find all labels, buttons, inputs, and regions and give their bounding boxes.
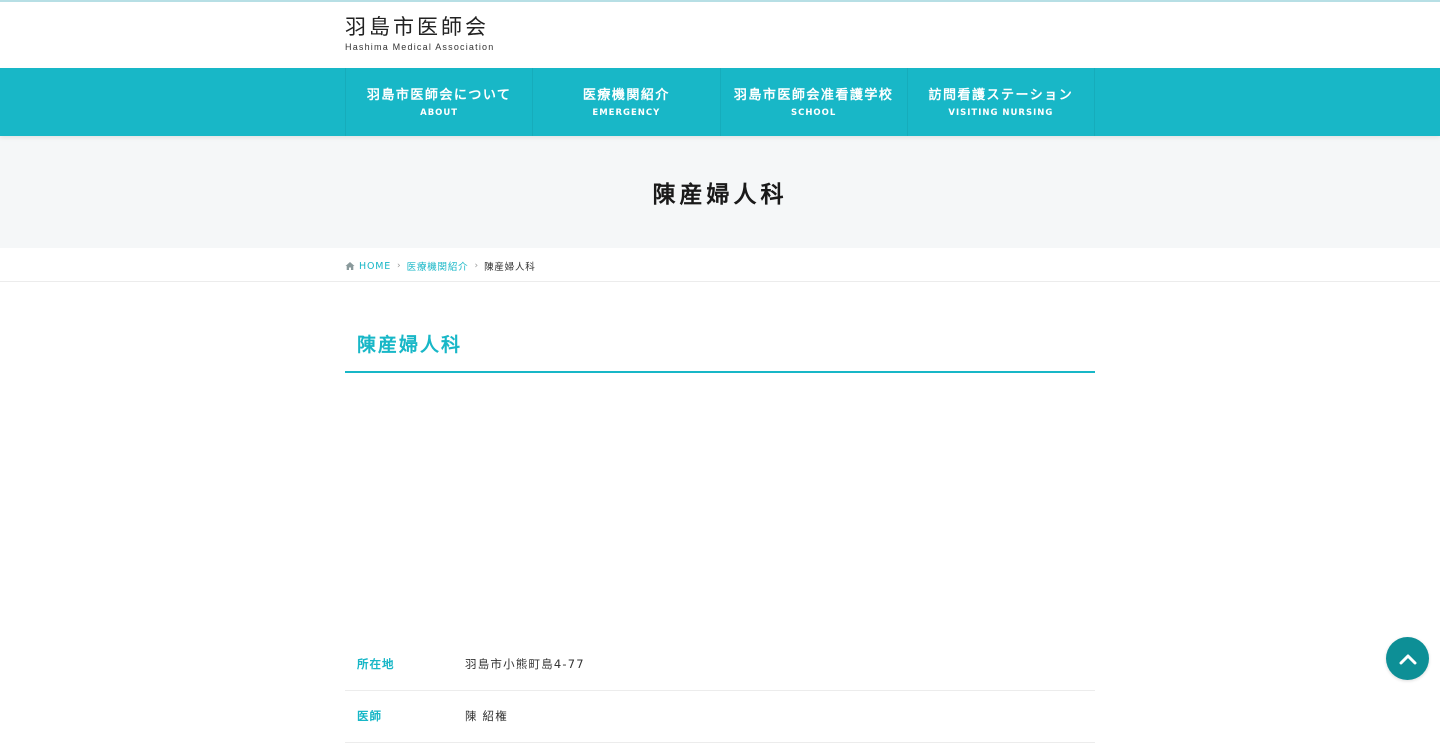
site-logo[interactable]: 羽島市医師会 Hashima Medical Association xyxy=(345,14,494,52)
info-label-doctor: 医師 xyxy=(357,709,382,723)
main-content: 陳産婦人科 所在地 羽島市小熊町島4-77 医師 陳 紹権 xyxy=(345,330,1095,743)
breadcrumb-home-link[interactable]: HOME xyxy=(359,261,391,272)
nav-label: 訪問看護ステーション xyxy=(928,87,1074,103)
nav-item-visiting-nursing[interactable]: 訪問看護ステーション VISITING NURSING xyxy=(908,68,1095,136)
info-label-address: 所在地 xyxy=(357,656,395,671)
breadcrumb-parent-link[interactable]: 医療機関紹介 xyxy=(407,259,469,273)
logo-japanese: 羽島市医師会 xyxy=(345,15,489,39)
nav-item-about[interactable]: 羽島市医師会について ABOUT xyxy=(345,68,534,136)
content-title: 陳産婦人科 xyxy=(345,330,1095,373)
nav-item-school[interactable]: 羽島市医師会准看護学校 SCHOOL xyxy=(721,68,908,136)
info-table: 所在地 羽島市小熊町島4-77 医師 陳 紹権 xyxy=(345,638,1095,743)
nav-inner: 羽島市医師会について ABOUT 医療機関紹介 EMERGENCY 羽島市医師会… xyxy=(345,68,1095,136)
page-hero: 陳産婦人科 xyxy=(0,136,1440,248)
map-area xyxy=(345,373,1095,638)
table-row: 所在地 羽島市小熊町島4-77 xyxy=(345,638,1095,690)
back-to-top-button[interactable] xyxy=(1386,637,1429,680)
site-header: 羽島市医師会 Hashima Medical Association xyxy=(0,2,1440,68)
breadcrumb-current: 陳産婦人科 xyxy=(484,262,536,273)
breadcrumb-separator-icon: › xyxy=(397,261,401,271)
nav-label: 羽島市医師会准看護学校 xyxy=(733,87,894,103)
page-title: 陳産婦人科 xyxy=(652,182,788,208)
info-value-doctor: 陳 紹権 xyxy=(465,709,508,723)
chevron-up-icon xyxy=(1399,654,1416,664)
nav-sublabel: VISITING NURSING xyxy=(948,107,1054,118)
nav-sublabel: ABOUT xyxy=(420,107,459,118)
nav-sublabel: SCHOOL xyxy=(790,107,837,118)
global-nav: 羽島市医師会について ABOUT 医療機関紹介 EMERGENCY 羽島市医師会… xyxy=(0,68,1440,136)
home-icon xyxy=(345,262,355,270)
nav-label: 医療機関紹介 xyxy=(582,87,670,103)
nav-sublabel: EMERGENCY xyxy=(592,107,661,118)
breadcrumb-bar: HOME › 医療機関紹介 › 陳産婦人科 xyxy=(0,248,1440,282)
table-row: 医師 陳 紹権 xyxy=(345,690,1095,742)
nav-item-emergency[interactable]: 医療機関紹介 EMERGENCY xyxy=(533,68,721,136)
logo-english: Hashima Medical Association xyxy=(345,42,495,52)
breadcrumb: HOME › 医療機関紹介 › 陳産婦人科 xyxy=(345,259,536,273)
nav-label: 羽島市医師会について xyxy=(366,87,512,103)
breadcrumb-separator-icon: › xyxy=(474,261,479,271)
info-value-address: 羽島市小熊町島4-77 xyxy=(465,656,585,671)
